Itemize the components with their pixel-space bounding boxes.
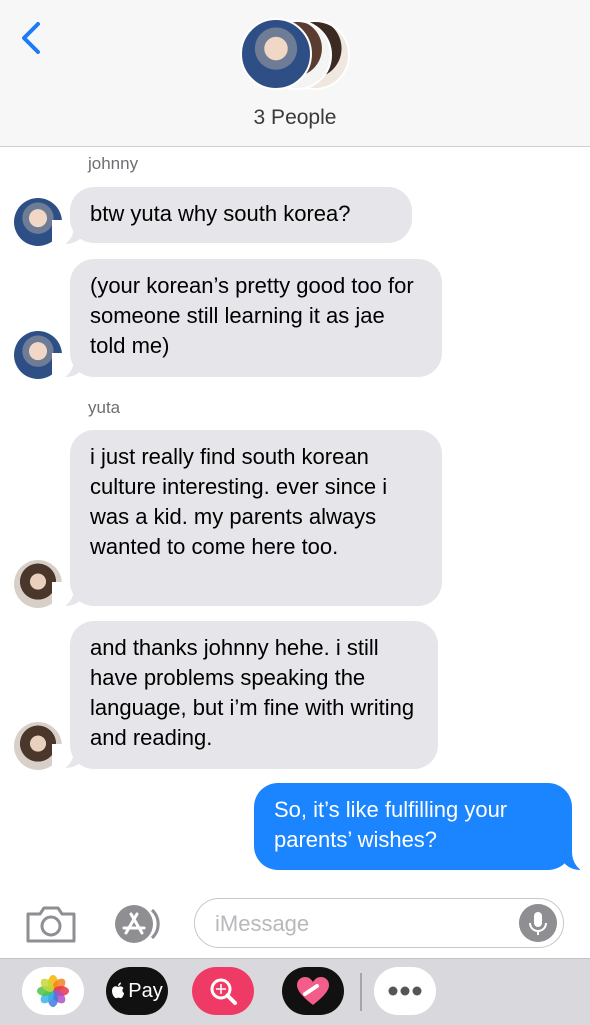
message-bubble[interactable]: (your korean’s pretty good too for someo… (70, 259, 442, 377)
apple-pay-button[interactable]: Pay (106, 967, 168, 1015)
message-bubble[interactable]: btw yuta why south korea? (70, 187, 412, 243)
message-bubble[interactable]: i just really find south korean culture … (70, 430, 442, 606)
sender-name: johnny (88, 154, 139, 173)
app-drawer: Pay (0, 958, 590, 1025)
apple-pay-label: Pay (128, 979, 163, 1002)
app-store-icon[interactable] (108, 902, 164, 946)
message-bubble[interactable]: and thanks johnny hehe. i still have pro… (70, 621, 438, 769)
message-input-bar: iMessage (0, 890, 590, 958)
heart-icon (297, 977, 329, 1005)
more-icon (388, 986, 422, 996)
image-search-app-button[interactable] (192, 967, 254, 1015)
photos-icon (37, 975, 69, 1007)
conversation-header: 3 People (0, 0, 590, 147)
more-apps-button[interactable] (374, 967, 436, 1015)
apple-icon (112, 982, 125, 999)
chevron-left-icon[interactable] (18, 20, 48, 56)
photos-app-button[interactable] (22, 967, 84, 1015)
sender-name: yuta (88, 398, 121, 417)
conversation-title[interactable]: 3 People (0, 106, 590, 130)
microphone-icon[interactable] (519, 904, 557, 942)
group-avatars[interactable] (240, 18, 352, 92)
message-placeholder: iMessage (215, 911, 310, 936)
digital-touch-app-button[interactable] (282, 967, 344, 1015)
message-bubble[interactable]: So, it’s like fulfilling your parents’ w… (254, 783, 572, 870)
camera-icon[interactable] (24, 904, 78, 944)
divider (360, 973, 362, 1011)
image-search-icon (210, 978, 237, 1005)
message-input[interactable]: iMessage (194, 898, 564, 948)
avatar (240, 18, 312, 90)
